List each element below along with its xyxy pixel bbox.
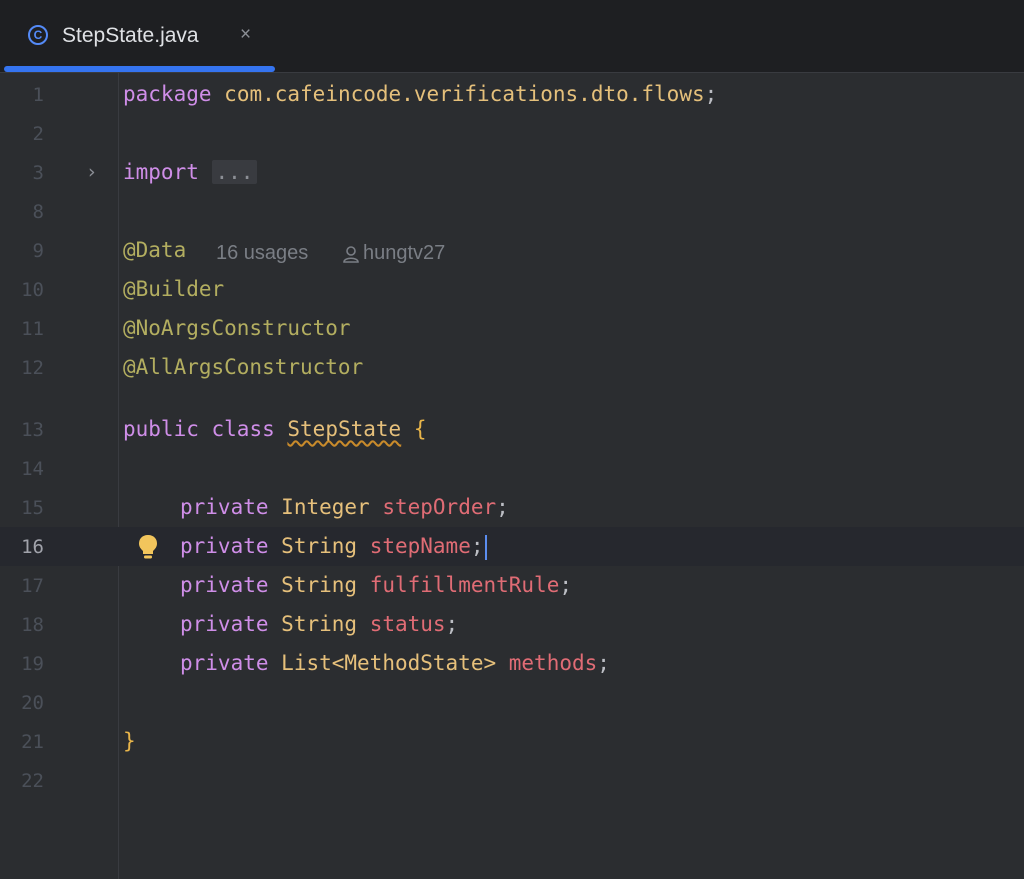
- editor-tab-bar: C StepState.java ×: [0, 0, 1024, 73]
- closing-brace: }: [123, 729, 136, 753]
- annotation: @NoArgsConstructor: [123, 316, 351, 340]
- lightbulb-icon[interactable]: [137, 533, 159, 561]
- line-number: 14: [21, 458, 44, 480]
- code-line[interactable]: 14: [0, 449, 1024, 488]
- line-number: 2: [32, 123, 44, 145]
- line-number: 22: [21, 770, 44, 792]
- code-text: public class StepState {: [123, 417, 427, 441]
- tab-stepstate-java[interactable]: C StepState.java ×: [4, 0, 275, 72]
- codelens-separator: [123, 381, 135, 403]
- code-text: private Integer stepOrder;: [180, 495, 509, 519]
- code-text: private String status;: [180, 612, 459, 636]
- code-line[interactable]: 20: [0, 683, 1024, 722]
- fold-chevron-icon[interactable]: ›: [88, 161, 96, 183]
- code-line[interactable]: 12 @AllArgsConstructor: [0, 348, 1024, 387]
- line-number: 15: [21, 497, 44, 519]
- code-line[interactable]: 15 private Integer stepOrder;: [0, 488, 1024, 527]
- code-line-current[interactable]: 16 private String stepName;: [0, 527, 1024, 566]
- code-line[interactable]: 18 private String status;: [0, 605, 1024, 644]
- tab-label: StepState.java: [62, 24, 199, 47]
- code-text: private String stepName;: [180, 534, 487, 560]
- code-line[interactable]: 1 package com.cafeincode.verifications.d…: [0, 75, 1024, 114]
- line-number: 3: [32, 162, 44, 184]
- line-number: 13: [21, 419, 44, 441]
- annotation: @Builder: [123, 277, 225, 301]
- line-number: 20: [21, 692, 44, 714]
- annotation: @AllArgsConstructor: [123, 355, 364, 379]
- line-number: 10: [21, 279, 44, 301]
- code-line[interactable]: 17 private String fulfillmentRule;: [0, 566, 1024, 605]
- code-line[interactable]: 21 }: [0, 722, 1024, 761]
- code-line[interactable]: 19 private List<MethodState> methods;: [0, 644, 1024, 683]
- text-caret: [484, 534, 487, 560]
- close-icon[interactable]: ×: [240, 24, 251, 46]
- code-line[interactable]: 3 › import ...: [0, 153, 1024, 192]
- code-text: import ...: [123, 160, 258, 184]
- code-editor[interactable]: 1 package com.cafeincode.verifications.d…: [0, 73, 1024, 879]
- author-hint[interactable]: hungtv27: [343, 242, 445, 265]
- code-line[interactable]: 9 @Data 16 usages hungtv27: [0, 231, 1024, 270]
- usages-hint[interactable]: 16 usages: [216, 242, 308, 265]
- line-number: 17: [21, 575, 44, 597]
- class-icon: C: [28, 25, 48, 45]
- code-line[interactable]: 2: [0, 114, 1024, 153]
- code-line[interactable]: 8: [0, 192, 1024, 231]
- code-text: private List<MethodState> methods;: [180, 651, 610, 675]
- code-line[interactable]: 10 @Builder: [0, 270, 1024, 309]
- active-tab-indicator: [4, 66, 275, 72]
- line-number: 21: [21, 731, 44, 753]
- line-number: 12: [21, 357, 44, 379]
- line-number: 8: [32, 201, 44, 223]
- class-name: StepState: [287, 417, 402, 441]
- code-line[interactable]: 11 @NoArgsConstructor: [0, 309, 1024, 348]
- line-number: 16: [21, 536, 44, 558]
- codelens-bar: [123, 381, 135, 409]
- code-line[interactable]: 22: [0, 761, 1024, 800]
- user-icon: [343, 245, 359, 263]
- folded-imports[interactable]: ...: [211, 160, 258, 184]
- code-text: package com.cafeincode.verifications.dto…: [123, 82, 718, 106]
- code-line[interactable]: 13 public class StepState {: [0, 410, 1024, 449]
- code-text: private String fulfillmentRule;: [180, 573, 572, 597]
- annotation: @Data: [123, 238, 187, 262]
- line-number: 1: [32, 84, 44, 106]
- line-number: 19: [21, 653, 44, 675]
- line-number: 9: [32, 240, 44, 262]
- line-number: 11: [21, 318, 44, 340]
- line-number: 18: [21, 614, 44, 636]
